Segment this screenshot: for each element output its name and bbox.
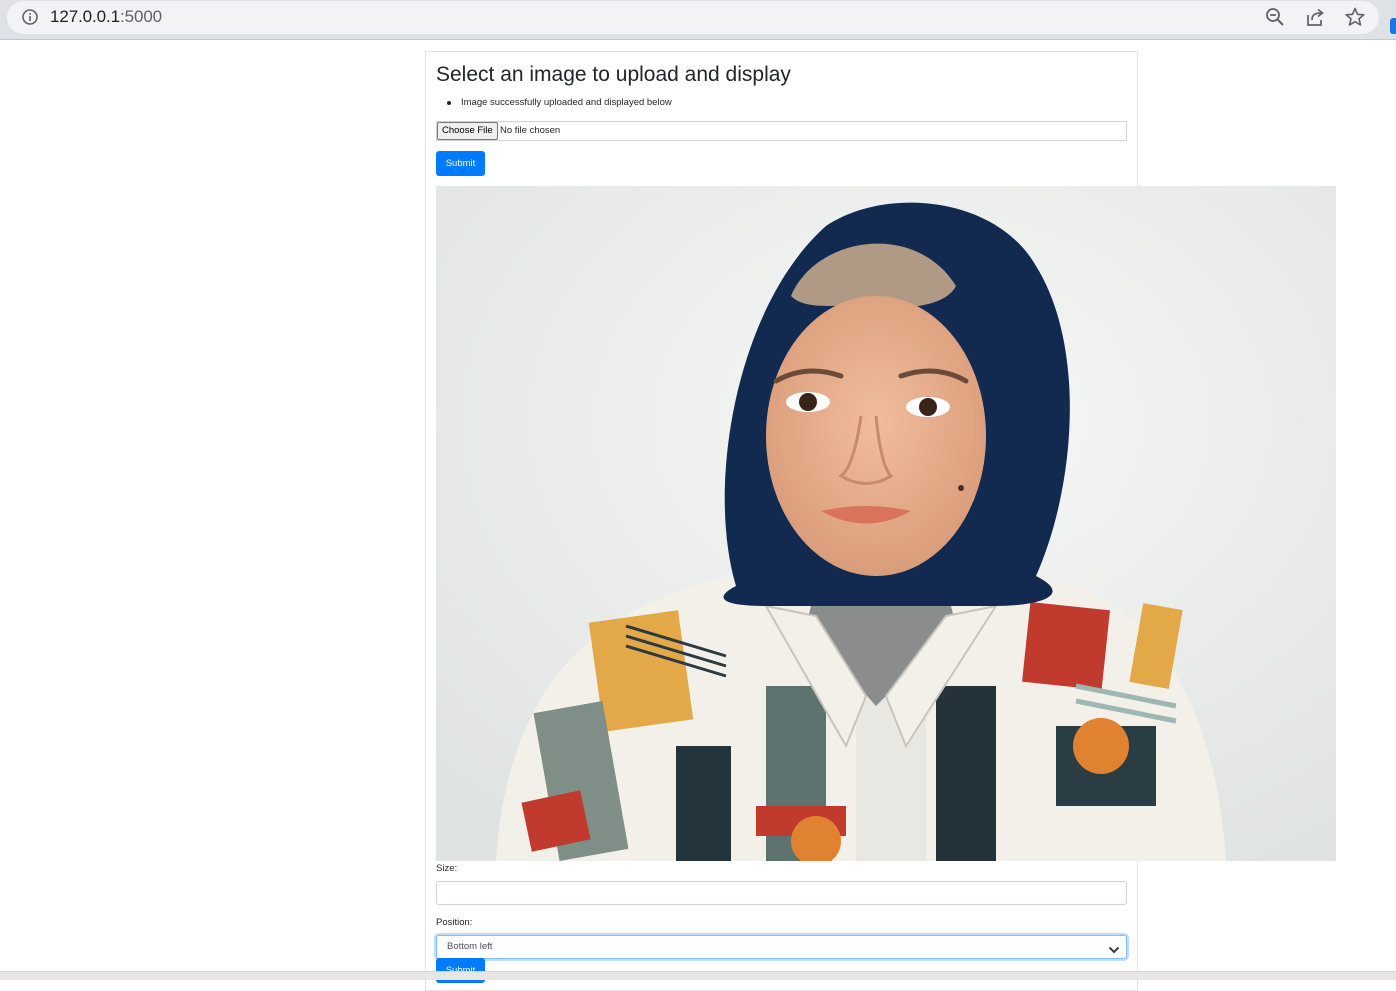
position-selected-value: Bottom left bbox=[447, 941, 493, 952]
position-label: Position: bbox=[436, 917, 473, 928]
extension-icon[interactable] bbox=[1390, 18, 1396, 34]
size-input[interactable] bbox=[436, 881, 1127, 905]
browser-toolbar: 127.0.0.1:5000 bbox=[0, 0, 1396, 40]
file-status: No file chosen bbox=[500, 125, 561, 136]
uploaded-image bbox=[436, 186, 1336, 861]
star-icon[interactable] bbox=[1344, 6, 1366, 28]
url-text[interactable]: 127.0.0.1:5000 bbox=[50, 7, 162, 27]
info-icon[interactable] bbox=[21, 8, 39, 26]
file-input[interactable]: Choose File No file chosen bbox=[436, 121, 1127, 141]
position-select[interactable]: Bottom left bbox=[436, 935, 1127, 959]
submit-button[interactable]: Submit bbox=[436, 151, 485, 176]
page-title: Select an image to upload and display bbox=[436, 63, 791, 86]
flash-messages: Image successfully uploaded and displaye… bbox=[436, 96, 672, 110]
choose-file-button[interactable]: Choose File bbox=[437, 122, 498, 140]
share-icon[interactable] bbox=[1304, 6, 1326, 28]
address-bar[interactable] bbox=[7, 1, 1379, 34]
url-port: :5000 bbox=[120, 7, 163, 26]
size-label: Size: bbox=[436, 863, 458, 874]
zoom-icon[interactable] bbox=[1264, 6, 1286, 28]
bottom-edge bbox=[0, 971, 1396, 980]
url-host: 127.0.0.1 bbox=[50, 7, 120, 26]
flash-message: Image successfully uploaded and displaye… bbox=[436, 96, 672, 110]
chevron-down-icon bbox=[1108, 942, 1120, 954]
